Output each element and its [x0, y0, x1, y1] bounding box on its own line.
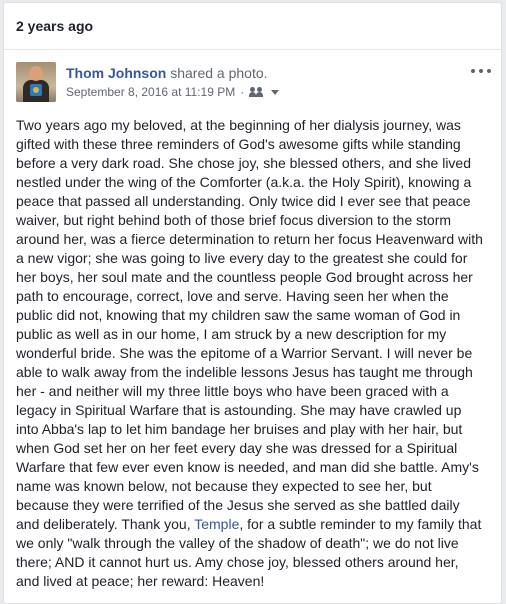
- post-header: Thom Johnson shared a photo. September 8…: [16, 62, 489, 110]
- more-options-button[interactable]: [471, 64, 491, 78]
- post-body: Two years ago my beloved, at the beginni…: [16, 116, 489, 591]
- post: Thom Johnson shared a photo. September 8…: [4, 50, 501, 591]
- memory-header: 2 years ago: [4, 3, 501, 50]
- memory-title: 2 years ago: [16, 18, 94, 34]
- author-avatar[interactable]: [16, 62, 56, 102]
- more-options-dot: [487, 69, 491, 73]
- author-name-link[interactable]: Thom Johnson: [66, 65, 166, 81]
- more-options-dot: [479, 69, 483, 73]
- post-timestamp-link[interactable]: September 8, 2016 at 11:19 PM: [66, 84, 235, 100]
- post-action-text: shared a photo.: [166, 65, 268, 81]
- post-meta: Thom Johnson shared a photo. September 8…: [66, 62, 280, 100]
- memory-card: 2 years ago Thom Johnson shared a photo.…: [3, 2, 502, 604]
- friends-icon[interactable]: [249, 86, 265, 98]
- chevron-down-icon[interactable]: [271, 89, 280, 95]
- post-text-part1: Two years ago my beloved, at the beginni…: [16, 117, 483, 532]
- meta-separator: ·: [240, 85, 245, 99]
- more-options-icon: [471, 69, 475, 73]
- mention-link-temple[interactable]: Temple: [194, 516, 239, 532]
